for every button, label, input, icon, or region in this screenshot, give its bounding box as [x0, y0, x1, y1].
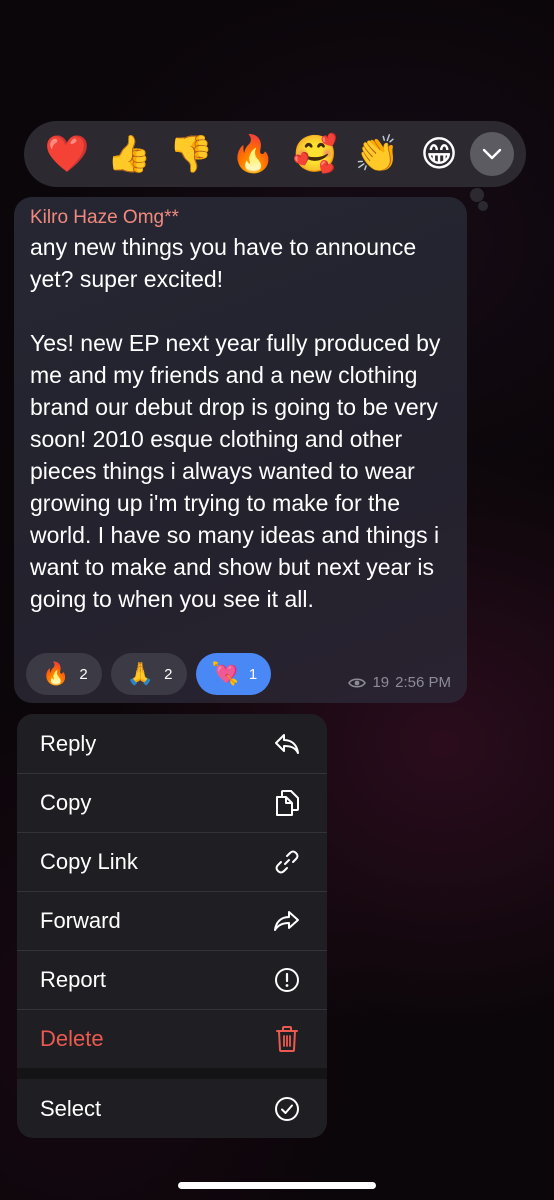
view-count: 19	[372, 674, 390, 691]
eye-icon	[348, 677, 367, 688]
menu-reply[interactable]: Reply	[17, 714, 327, 773]
menu-delete[interactable]: Delete	[17, 1009, 327, 1068]
menu-copy-link[interactable]: Copy Link	[17, 832, 327, 891]
menu-label: Select	[40, 1095, 102, 1121]
message-reactions: 🔥 2 🙏 2 💘 1	[26, 653, 272, 695]
forward-icon	[273, 907, 301, 935]
reaction-fire-icon[interactable]: 🔥	[222, 121, 284, 187]
reaction-count: 1	[248, 665, 258, 683]
picker-tail-dot-small	[478, 201, 488, 211]
reaction-chip-pray[interactable]: 🙏 2	[110, 653, 187, 695]
menu-separator	[17, 1068, 327, 1079]
menu-label: Report	[40, 966, 107, 992]
menu-label: Copy	[40, 789, 92, 815]
reply-icon	[273, 730, 301, 758]
reaction-count: 2	[79, 665, 88, 683]
screen: ❤️ 👍 👎 🔥 🥰 👏 😁 Kilro Haze Omg** any new …	[0, 0, 554, 1200]
reaction-clapping-icon[interactable]: 👏	[346, 121, 408, 187]
message-text: any new things you have to announce yet?…	[30, 234, 441, 612]
reaction-chip-heart-arrow[interactable]: 💘 1	[195, 653, 272, 695]
folded-hands-icon: 🙏	[126, 661, 155, 686]
expand-reactions-button[interactable]	[470, 132, 514, 176]
home-indicator[interactable]	[178, 1182, 376, 1189]
menu-label: Copy Link	[40, 848, 138, 874]
link-icon	[273, 848, 301, 876]
menu-copy[interactable]: Copy	[17, 773, 327, 832]
message-meta: 19 2:56 PM	[348, 674, 451, 691]
reaction-chip-fire[interactable]: 🔥 2	[26, 653, 102, 695]
context-menu: Reply Copy Copy Link Forward Report Dele…	[17, 714, 327, 1138]
trash-icon	[273, 1025, 301, 1053]
menu-forward[interactable]: Forward	[17, 891, 327, 950]
reaction-thumbs-down-icon[interactable]: 👎	[160, 121, 222, 187]
heart-with-arrow-icon: 💘	[211, 661, 239, 686]
copy-icon	[273, 789, 301, 817]
menu-label: Reply	[40, 730, 97, 756]
menu-report[interactable]: Report	[17, 950, 327, 1009]
exclamation-circle-icon	[273, 966, 301, 994]
reaction-thumbs-up-icon[interactable]: 👍	[98, 121, 160, 187]
picker-tail-dot	[470, 188, 484, 202]
reaction-count: 2	[164, 665, 173, 683]
reaction-heart-icon[interactable]: ❤️	[36, 121, 98, 187]
message-bubble[interactable]: Kilro Haze Omg** any new things you have…	[14, 197, 467, 703]
reaction-smiling-hearts-icon[interactable]: 🥰	[284, 121, 346, 187]
reaction-beaming-face-icon[interactable]: 😁	[408, 121, 470, 187]
menu-label: Delete	[40, 1025, 104, 1051]
fire-icon: 🔥	[42, 661, 70, 686]
reaction-picker: ❤️ 👍 👎 🔥 🥰 👏 😁	[24, 121, 526, 187]
menu-label: Forward	[40, 907, 121, 933]
sender-name[interactable]: Kilro Haze Omg**	[30, 207, 451, 229]
menu-select[interactable]: Select	[17, 1079, 327, 1138]
chevron-down-icon	[482, 148, 502, 160]
message-time: 2:56 PM	[395, 674, 451, 691]
check-circle-icon	[273, 1095, 301, 1123]
